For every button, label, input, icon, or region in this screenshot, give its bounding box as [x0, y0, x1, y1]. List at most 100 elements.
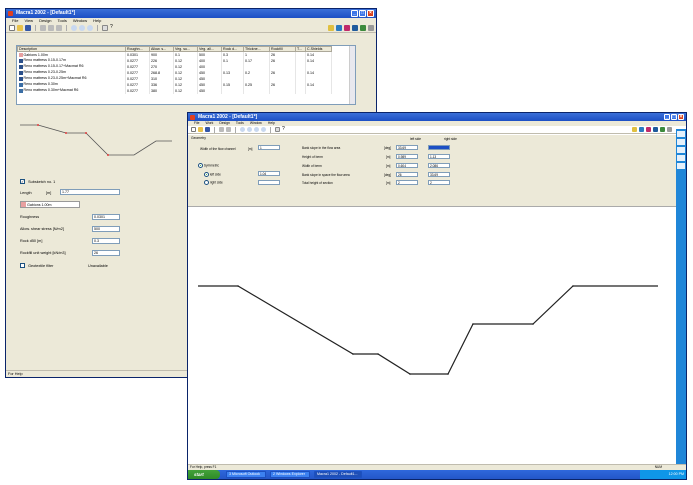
menu-help[interactable]: Help: [268, 121, 275, 126]
right-side-radio[interactable]: [204, 180, 209, 185]
table-scrollbar[interactable]: [349, 46, 355, 104]
grid-icon[interactable]: [275, 127, 280, 132]
slope-above-left-input[interactable]: 26: [396, 172, 418, 177]
section-vertex[interactable]: [409, 373, 411, 375]
report-icon[interactable]: [360, 25, 366, 31]
zoom-in-icon[interactable]: [240, 127, 245, 132]
zoom-fit-icon[interactable]: [254, 127, 259, 132]
section-vertex[interactable]: [572, 285, 574, 287]
cell-text: 450: [199, 70, 205, 75]
section-icon[interactable]: [653, 127, 658, 132]
menu-design[interactable]: Design: [219, 121, 230, 126]
sidebar-tool-4[interactable]: [677, 155, 685, 161]
taskbar-item[interactable]: 3 Microsoft Outlook: [226, 471, 266, 478]
section-node[interactable]: [65, 132, 67, 134]
taskbar-item[interactable]: Macra1 2002 - Default1...: [314, 471, 362, 478]
maximize-icon[interactable]: □: [359, 10, 366, 17]
length-input[interactable]: 1.77: [60, 189, 120, 195]
close-icon[interactable]: ×: [367, 10, 374, 17]
width-input[interactable]: 1: [258, 145, 280, 150]
zoom-fit-icon[interactable]: [87, 25, 93, 31]
maximize-icon[interactable]: □: [671, 114, 677, 120]
help-icon[interactable]: ?: [282, 127, 287, 132]
back-window-titlebar[interactable]: Macra1 2002 - [Default1*] _ □ ×: [6, 9, 376, 18]
slope-above-right-input[interactable]: 33.69: [428, 172, 450, 177]
new-icon[interactable]: [9, 25, 15, 31]
save-icon[interactable]: [25, 25, 31, 31]
save-icon[interactable]: [205, 127, 210, 132]
sidebar-tool-1[interactable]: [677, 131, 685, 137]
chart-icon[interactable]: [344, 25, 350, 31]
berm-width-left-input[interactable]: 0.604: [396, 163, 418, 168]
exit-icon[interactable]: [639, 127, 644, 132]
menu-window[interactable]: Window: [73, 18, 87, 24]
copy-icon[interactable]: [48, 25, 54, 31]
grid-icon[interactable]: [102, 25, 108, 31]
section-node[interactable]: [85, 132, 87, 134]
section-icon[interactable]: [352, 25, 358, 31]
front-window-titlebar[interactable]: Macra1 2002 - [Default1*] _ □ ×: [188, 113, 686, 121]
menu-window[interactable]: Window: [250, 121, 262, 126]
open-icon[interactable]: [198, 127, 203, 132]
total-height-left-input[interactable]: 2: [396, 180, 418, 185]
minimize-icon[interactable]: _: [664, 114, 670, 120]
open-icon[interactable]: [17, 25, 23, 31]
cut-icon[interactable]: [219, 127, 224, 132]
system-tray-clock[interactable]: 12:00 PM: [640, 470, 686, 479]
menu-design[interactable]: Design: [39, 18, 51, 24]
bank-slope-left-input[interactable]: 33.69: [396, 145, 418, 150]
symmetric-radio[interactable]: [198, 163, 203, 168]
menu-file[interactable]: File: [194, 121, 199, 126]
section-vertex[interactable]: [472, 323, 474, 325]
help-icon[interactable]: ?: [110, 25, 116, 31]
menu-tools[interactable]: Tools: [236, 121, 244, 126]
cut-icon[interactable]: [40, 25, 46, 31]
subsketch-checkbox[interactable]: ✓: [20, 179, 25, 184]
total-height-right-input[interactable]: 2: [428, 180, 450, 185]
menu-work[interactable]: Work: [205, 121, 213, 126]
section-vertex[interactable]: [532, 323, 534, 325]
section-vertex[interactable]: [352, 353, 354, 355]
zoom-in-icon[interactable]: [71, 25, 77, 31]
taskbar-item[interactable]: 2 Windows Explorer: [270, 471, 310, 478]
zoom-out-icon[interactable]: [79, 25, 85, 31]
menu-view[interactable]: View: [24, 18, 33, 24]
front-window[interactable]: Macra1 2002 - [Default1*] _ □ × File Wor…: [187, 112, 687, 480]
menu-file[interactable]: File: [12, 18, 18, 24]
flag-icon[interactable]: [328, 25, 334, 31]
zoom-out-icon[interactable]: [247, 127, 252, 132]
menu-tools[interactable]: Tools: [58, 18, 67, 24]
sidebar-tool-5[interactable]: [677, 163, 685, 169]
berm-width-right-input[interactable]: 2.086: [428, 163, 450, 168]
section-vertex[interactable]: [237, 285, 239, 287]
height-berm-right-input[interactable]: 1.13: [428, 154, 450, 159]
copy-icon[interactable]: [226, 127, 231, 132]
start-button[interactable]: start: [188, 470, 220, 479]
flag-icon[interactable]: [632, 127, 637, 132]
sidebar-tool-2[interactable]: [677, 139, 685, 145]
section-vertex[interactable]: [377, 353, 379, 355]
new-icon[interactable]: [191, 127, 196, 132]
left-side-radio[interactable]: [204, 172, 209, 177]
bank-slope-right-input[interactable]: [428, 145, 450, 150]
right-side-value-input[interactable]: [258, 180, 280, 185]
section-vertex[interactable]: [447, 373, 449, 375]
geotextile-checkbox[interactable]: [20, 263, 25, 268]
menu-help[interactable]: Help: [93, 18, 101, 24]
height-berm-left-input[interactable]: 0.989: [396, 154, 418, 159]
chart-icon[interactable]: [646, 127, 651, 132]
zoom-window-icon[interactable]: [261, 127, 266, 132]
section-node[interactable]: [107, 154, 109, 156]
minimize-icon[interactable]: _: [351, 10, 358, 17]
section-node[interactable]: [37, 124, 39, 126]
close-icon[interactable]: ×: [678, 114, 684, 120]
report-icon[interactable]: [660, 127, 665, 132]
exit-icon[interactable]: [336, 25, 342, 31]
paste-icon[interactable]: [56, 25, 62, 31]
radio-value-input[interactable]: 1.04: [258, 171, 280, 176]
print-icon[interactable]: [667, 127, 672, 132]
material-swatch-button[interactable]: Gabions 1.00m: [20, 201, 80, 208]
table-row[interactable]: Reno mattress 0.30m+Macmat R6 0.0277 380 0.…: [17, 87, 332, 94]
print-icon[interactable]: [368, 25, 374, 31]
sidebar-tool-3[interactable]: [677, 147, 685, 153]
